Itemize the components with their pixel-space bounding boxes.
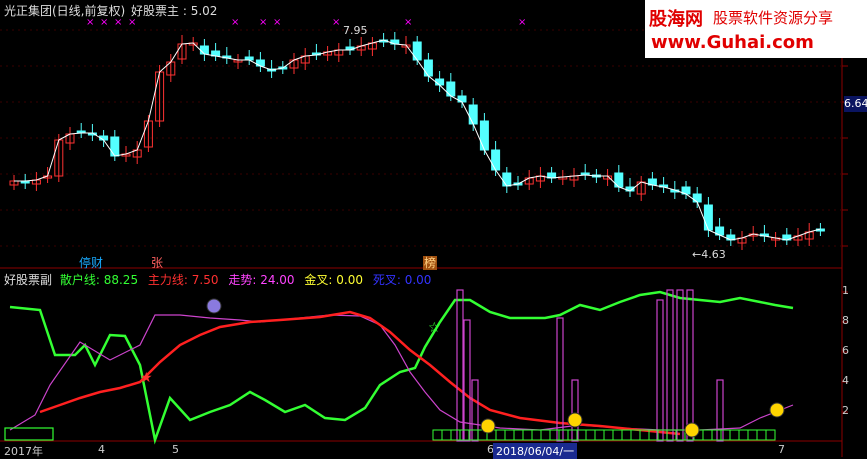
base-bar (630, 429, 641, 441)
stock-chart[interactable]: × × × × × × × × × × ★☆ (0, 0, 867, 457)
sub-header: 好股票副 散户线: 88.25 主力线: 7.50 走势: 24.00 金叉: … (4, 273, 431, 287)
signal-bar (656, 299, 664, 442)
main-header: 光正集团(日线,前复权) 好股票主 : 5.02 (4, 4, 217, 18)
signal-bar (686, 289, 694, 442)
event-tag-list[interactable]: 榜 (423, 256, 438, 270)
price-ma-line (14, 39, 821, 241)
base-bar (531, 429, 542, 441)
sub-item-golden-cross: 金叉: 0.00 (304, 273, 363, 287)
face-icon (769, 402, 785, 418)
signal-marker: × (259, 17, 267, 28)
candlestick (468, 104, 478, 125)
candlestick (255, 59, 265, 67)
base-bar (4, 427, 54, 441)
event-tag-finance[interactable]: 停财 (78, 256, 104, 270)
candlestick (423, 59, 433, 77)
retail-line (9, 290, 794, 445)
signal-bar (716, 379, 724, 442)
candlestick (412, 41, 422, 61)
signal-marker: × (100, 17, 108, 28)
base-bar (594, 429, 605, 441)
candlestick (479, 120, 489, 151)
base-bar (549, 429, 560, 441)
signal-bar (456, 289, 464, 442)
x-axis-tick: 5 (172, 443, 179, 456)
signal-marker: × (273, 17, 281, 28)
base-bar (720, 429, 731, 441)
base-bar (612, 429, 623, 441)
sub-axis-label: 1 (842, 284, 849, 297)
candlestick (199, 45, 209, 55)
sub-item-retail: 散户线: 88.25 (59, 273, 139, 287)
base-bar (522, 429, 533, 441)
event-tag-text: 榜 (424, 256, 437, 270)
sub-item-main-force: 主力线: 7.50 (147, 273, 219, 287)
x-axis-tick: 7 (778, 443, 785, 456)
signal-marker: × (86, 17, 94, 28)
main-force-line (39, 310, 681, 436)
base-bar (504, 429, 515, 441)
signal-marker: × (518, 17, 526, 28)
last-price-box: 6.64 (844, 96, 867, 112)
base-bar (540, 429, 551, 441)
event-tag-limit-up[interactable]: 张 (150, 256, 164, 270)
site-url[interactable]: www.Guhai.com (651, 32, 814, 53)
base-bar (666, 429, 677, 441)
candlestick (457, 95, 467, 103)
base-bar (702, 429, 713, 441)
face-icon (684, 422, 700, 438)
event-tag-text: 停财 (79, 256, 104, 270)
sub-item-death-cross: 死叉: 0.00 (372, 273, 432, 287)
signal-marker: × (332, 17, 340, 28)
signal-marker: × (114, 17, 122, 28)
event-tag-text: 张 (151, 256, 164, 270)
sub-indicator-name: 好股票副 (4, 273, 53, 287)
base-bar (747, 429, 758, 441)
signal-bar (676, 289, 684, 442)
x-axis-tick: 4 (98, 443, 105, 456)
base-bar (432, 429, 443, 441)
signal-marker: × (231, 17, 239, 28)
sub-axis-label: 4 (842, 374, 849, 387)
base-bar (513, 429, 524, 441)
stock-title: 光正集团(日线,前复权) (4, 4, 126, 18)
base-bar (450, 429, 461, 441)
star-icon: ★ (140, 370, 153, 386)
indicator-name: 好股票主 (131, 4, 180, 18)
base-bar (603, 429, 614, 441)
sub-axis-label: 6 (842, 344, 849, 357)
site-logo: 股海网 (649, 9, 703, 30)
base-bar (621, 429, 632, 441)
signal-marker: × (404, 17, 412, 28)
signal-bar (471, 379, 479, 442)
signal-bar (666, 289, 674, 442)
sub-axis-label: 2 (842, 404, 849, 417)
low-price-label: ←4.63 (692, 248, 726, 261)
base-bar (495, 429, 506, 441)
base-bar (441, 429, 452, 441)
site-banner[interactable]: 股海网 股票软件资源分享 www.Guhai.com (645, 0, 867, 58)
candlestick (502, 172, 512, 187)
candlestick (435, 78, 445, 86)
candlestick (703, 204, 713, 231)
face-icon (567, 412, 583, 428)
face-icon (480, 418, 496, 434)
candlestick (491, 149, 501, 171)
sub-indicator-panel[interactable]: ★☆ (4, 289, 794, 445)
base-bar (765, 429, 776, 441)
base-bar (738, 429, 749, 441)
base-bar (756, 429, 767, 441)
star-outline-icon: ☆ (428, 320, 441, 336)
signal-marker: × (128, 17, 136, 28)
candlestick (692, 193, 702, 203)
face-icon (206, 298, 222, 314)
site-slogan: 股票软件资源分享 (713, 9, 834, 27)
high-price-label: 7.95 (343, 24, 368, 37)
base-bar (729, 429, 740, 441)
base-bar (585, 429, 596, 441)
sub-axis-label: 8 (842, 314, 849, 327)
indicator-value: : 5.02 (182, 4, 218, 18)
sub-item-trend: 走势: 24.00 (228, 273, 295, 287)
candlestick (110, 136, 120, 157)
